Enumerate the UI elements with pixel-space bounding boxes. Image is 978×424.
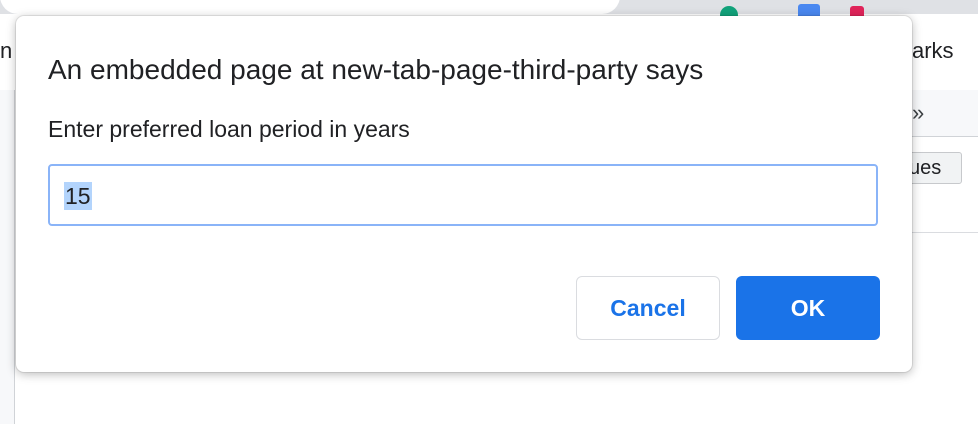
- side-panel-edge: [0, 90, 15, 424]
- overflow-chevron-icon[interactable]: »: [912, 100, 924, 126]
- prompt-input[interactable]: 15: [48, 164, 878, 226]
- prompt-dialog: An embedded page at new-tab-page-third-p…: [16, 16, 912, 372]
- browser-tab-strip: [0, 0, 978, 14]
- dialog-message: Enter preferred loan period in years: [48, 116, 410, 142]
- bookmarks-bar-label[interactable]: arks: [912, 38, 954, 64]
- values-button[interactable]: ues: [904, 152, 962, 184]
- cancel-button[interactable]: Cancel: [576, 276, 720, 340]
- prompt-input-value: 15: [64, 182, 92, 210]
- dialog-title: An embedded page at new-tab-page-third-p…: [48, 54, 704, 85]
- background-partial-text: n: [0, 38, 13, 63]
- active-tab[interactable]: [0, 0, 620, 14]
- ok-button[interactable]: OK: [736, 276, 880, 340]
